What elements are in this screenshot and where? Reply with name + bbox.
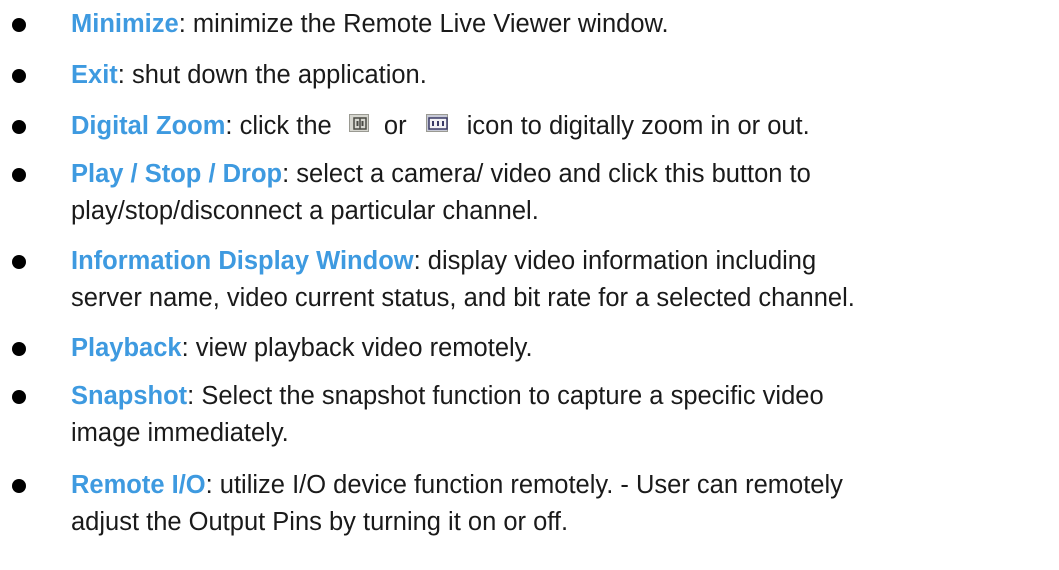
description: : minimize the Remote Live Viewer window… — [178, 10, 669, 38]
bullet — [12, 168, 26, 182]
term-minimize: Minimize — [71, 10, 179, 38]
list-item-playback: Playback: view playback video remotely. — [0, 330, 533, 367]
description-line-2: server name, video current status, and b… — [71, 284, 855, 312]
term-snapshot: Snapshot — [71, 382, 188, 410]
description-line-1: : utilize I/O device function remotely. … — [205, 471, 843, 499]
description-middle: or — [376, 112, 414, 140]
term-exit: Exit — [71, 61, 118, 89]
bullet — [12, 479, 26, 493]
bullet — [12, 69, 26, 83]
description-line-1: : display video information including — [413, 247, 817, 275]
description: : shut down the application. — [117, 61, 427, 89]
description-line-2: image immediately. — [71, 419, 289, 447]
bullet — [12, 18, 26, 32]
list-item-remote-io: Remote I/O: utilize I/O device function … — [0, 467, 843, 541]
term-playback: Playback — [71, 334, 182, 362]
list-item-play-stop-drop: Play / Stop / Drop: select a camera/ vid… — [0, 156, 811, 230]
bullet — [12, 255, 26, 269]
term-play-stop-drop: Play / Stop / Drop — [71, 160, 283, 188]
description: : view playback video remotely. — [181, 334, 533, 362]
bullet — [12, 120, 26, 134]
term-information-display-window: Information Display Window — [71, 247, 414, 275]
term-remote-io: Remote I/O — [71, 471, 206, 499]
bullet — [12, 390, 26, 404]
description-line-2: play/stop/disconnect a particular channe… — [71, 197, 539, 225]
list-item-minimize: Minimize: minimize the Remote Live Viewe… — [0, 6, 669, 43]
zoom-out-icon — [425, 114, 448, 132]
description-line-1: : Select the snapshot function to captur… — [187, 382, 824, 410]
list-item-snapshot: Snapshot: Select the snapshot function t… — [0, 378, 824, 452]
description-end: icon to digitally zoom in or out. — [459, 112, 810, 140]
list-item-information-display-window: Information Display Window: display vide… — [0, 243, 855, 317]
description-line-2: adjust the Output Pins by turning it on … — [71, 508, 569, 536]
description-start: : click the — [225, 112, 339, 140]
list-item-digital-zoom: Digital Zoom: click the or icon to digit… — [0, 108, 810, 145]
zoom-in-icon — [348, 114, 369, 132]
term-digital-zoom: Digital Zoom — [71, 112, 226, 140]
list-item-exit: Exit: shut down the application. — [0, 57, 427, 94]
description-line-1: : select a camera/ video and click this … — [282, 160, 811, 188]
bullet — [12, 342, 26, 356]
